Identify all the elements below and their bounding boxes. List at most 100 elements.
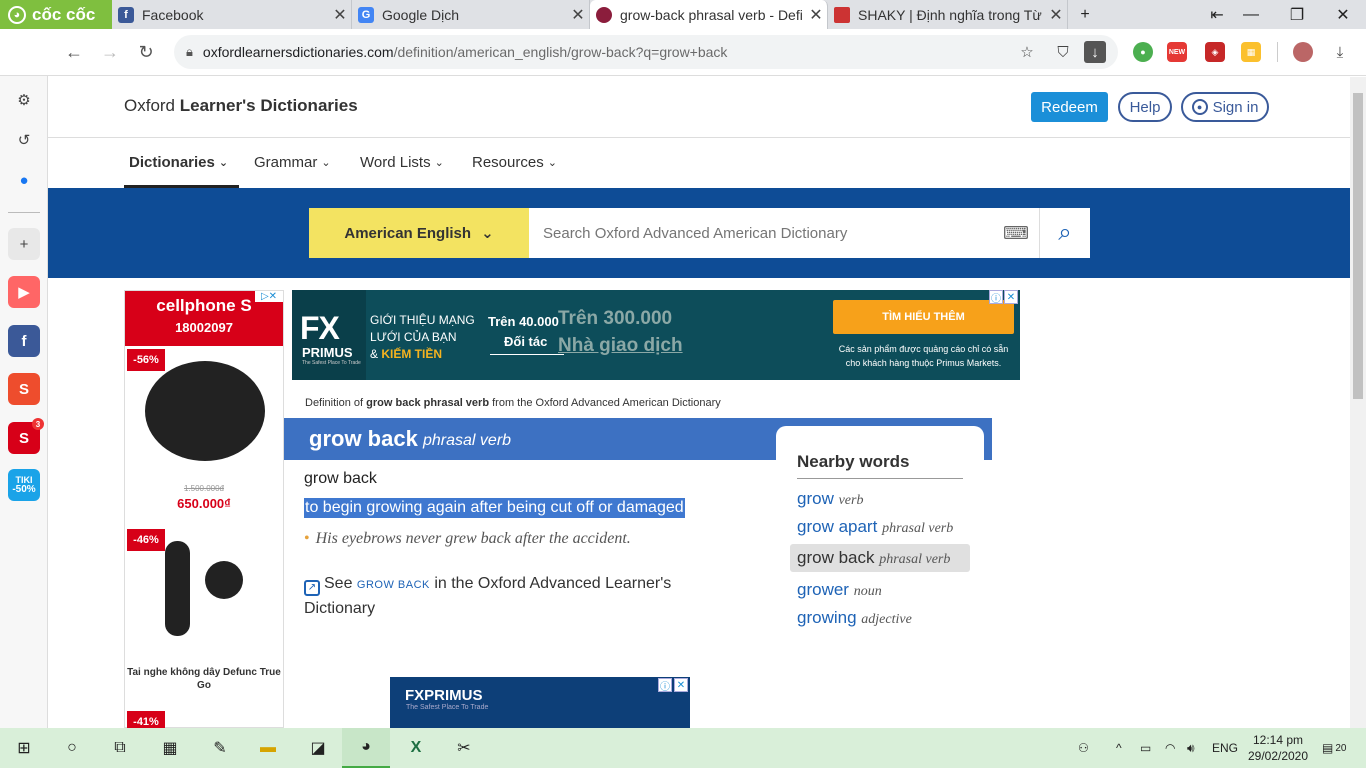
facebook-app-icon[interactable]: f xyxy=(8,325,40,357)
people-icon[interactable]: ⚇ xyxy=(1078,728,1089,768)
history-icon[interactable]: ↺ xyxy=(8,124,40,156)
profile-avatar[interactable] xyxy=(1293,42,1313,62)
tab-oxford-active[interactable]: grow-back phrasal verb - Defi ✕ xyxy=(590,0,828,29)
bookmark-star-icon[interactable]: ☆ xyxy=(1012,35,1042,69)
new-badge: NEW xyxy=(1168,48,1186,56)
discount-badge: -46% xyxy=(127,529,165,551)
new-tab-button[interactable]: + xyxy=(1068,0,1102,29)
tab-cambridge[interactable]: SHAKY | Định nghĩa trong Từ ✕ xyxy=(828,0,1068,29)
source-bold: grow back phrasal verb xyxy=(366,397,490,409)
clock-time: 12:14 pm xyxy=(1252,733,1304,747)
clock-date: 29/02/2020 xyxy=(1247,749,1309,763)
notification-center-icon[interactable]: ▤ 20 xyxy=(1322,728,1346,768)
menu-word-lists[interactable]: Word Lists ⌄ xyxy=(360,154,444,171)
sendo-icon[interactable]: S 3 xyxy=(8,418,44,454)
tab-google-translate[interactable]: G Google Dịch ✕ xyxy=(352,0,590,29)
nearby-words-panel: Nearby words grow verb grow apart phrasa… xyxy=(776,426,984,656)
cambridge-shield-icon xyxy=(834,6,850,23)
menu-grammar[interactable]: Grammar ⌄ xyxy=(254,154,331,171)
page-scrollbar[interactable] xyxy=(1350,77,1366,728)
dictionary-selector[interactable]: American English ⌄ xyxy=(309,208,529,258)
shopee-icon[interactable]: S xyxy=(8,373,40,405)
earbud-left-image xyxy=(165,541,190,636)
coccoc-taskbar-icon[interactable]: ◕ xyxy=(342,728,390,768)
cellphones-ad[interactable]: cellphone S 18002097 ▷✕ -56% 1.500.000đ … xyxy=(124,290,284,728)
coccoc-brand[interactable]: ◕ cốc cốc xyxy=(0,0,112,29)
sale-price: 650.000₫ xyxy=(177,496,231,511)
address-bar[interactable]: 🔒︎ oxfordlearnersdictionaries.com/defini… xyxy=(174,35,1118,69)
search-input[interactable] xyxy=(529,208,1039,258)
ad-choices-icon[interactable]: ▷✕ xyxy=(255,291,283,302)
nearby-item-growing[interactable]: growing adjective xyxy=(797,608,912,628)
downloads-icon[interactable]: ⤓ xyxy=(1325,35,1355,69)
paint-icon[interactable]: ✎ xyxy=(196,728,244,768)
download-box-icon[interactable]: ↓ xyxy=(1084,41,1106,63)
forward-arrow-icon[interactable]: → xyxy=(92,29,128,76)
app-grid-icon[interactable]: ▦ xyxy=(146,728,194,768)
fxprimus-banner-ad[interactable]: FX PRIMUS The Safest Place To Trade GIỚI… xyxy=(292,290,1020,380)
notification-badge: 3 xyxy=(32,418,44,430)
menu-dictionaries[interactable]: Dictionaries ⌄ xyxy=(129,154,228,171)
close-tab-icon[interactable]: ✕ xyxy=(1045,5,1067,25)
input-language[interactable]: ENG xyxy=(1212,728,1238,768)
youtube-icon[interactable]: ▶ xyxy=(8,276,40,308)
windows-start-icon[interactable]: ⊞ xyxy=(0,728,48,768)
see-also-link[interactable]: GROW BACK xyxy=(357,579,430,591)
reload-icon[interactable]: ↻ xyxy=(128,29,164,76)
search-circle-icon[interactable]: ○ xyxy=(48,728,96,768)
extension-red-icon[interactable]: ◈ xyxy=(1205,42,1225,62)
add-app-icon[interactable]: + xyxy=(8,228,40,260)
redeem-button[interactable]: Redeem xyxy=(1031,92,1108,122)
battery-icon[interactable]: ▭ xyxy=(1140,728,1151,768)
extension-color-grid-icon[interactable]: ▦ xyxy=(1241,42,1261,62)
extension-coccoc-icon[interactable]: ● xyxy=(1133,42,1153,62)
ad-info-icon[interactable]: ⓘ xyxy=(658,678,672,693)
tray-chevron-up-icon[interactable]: ^ xyxy=(1116,728,1122,768)
help-button[interactable]: Help xyxy=(1118,92,1172,122)
ad-close-icon[interactable]: ✕ xyxy=(674,678,688,692)
wifi-icon[interactable]: ◠ xyxy=(1165,728,1175,768)
settings-gear-icon[interactable]: ⚙ xyxy=(8,84,40,116)
nearby-item-grow[interactable]: grow verb xyxy=(797,489,863,509)
keyboard-icon[interactable]: ⌨ xyxy=(993,208,1039,258)
system-clock[interactable]: 12:14 pm 29/02/2020 xyxy=(1244,732,1312,764)
nearby-pos: noun xyxy=(853,584,882,599)
maximize-button[interactable]: ❐ xyxy=(1274,0,1320,29)
stat-partners-count: Trên 40.000 xyxy=(488,314,559,329)
menu-resources[interactable]: Resources ⌄ xyxy=(472,154,557,171)
nearby-item-grower[interactable]: grower noun xyxy=(797,580,882,600)
tab-facebook[interactable]: f Facebook ✕ xyxy=(112,0,352,29)
close-tab-icon[interactable]: ✕ xyxy=(805,5,827,25)
file-explorer-icon[interactable]: ▬ xyxy=(244,728,292,768)
tag-highlight: KIẾM TIỀN xyxy=(381,347,443,361)
snipping-tool-icon[interactable]: ✂ xyxy=(440,728,488,768)
sign-in-button[interactable]: ● Sign in xyxy=(1181,92,1269,122)
ad-info-icon[interactable]: ⓘ xyxy=(989,290,1003,305)
windows-taskbar: ⊞ ○ ⧉ ▦ ✎ ▬ ◪ ◕ X ✂ ⚇ ^ ▭ ◠ 🔊︎ ENG 12:14… xyxy=(0,728,1366,768)
tiki-icon[interactable]: TIKI -50% xyxy=(8,469,40,501)
back-arrow-icon[interactable]: ← xyxy=(56,29,92,76)
close-tab-icon[interactable]: ✕ xyxy=(567,5,589,25)
messenger-icon[interactable]: ● xyxy=(8,164,40,196)
search-icon[interactable]: ⌕ xyxy=(1039,208,1090,258)
sidebar-divider xyxy=(8,212,40,213)
close-tab-icon[interactable]: ✕ xyxy=(329,5,351,25)
extension-new-icon[interactable]: NEW xyxy=(1167,42,1187,62)
nearby-item-grow-apart[interactable]: grow apart phrasal verb xyxy=(797,517,953,537)
close-window-button[interactable]: ✕ xyxy=(1320,0,1366,29)
redeem-label: Redeem xyxy=(1041,98,1098,116)
minimize-button[interactable]: — xyxy=(1228,0,1274,29)
earbud-right-image xyxy=(205,561,243,599)
shield-icon[interactable]: ⛉ xyxy=(1048,35,1078,69)
fxprimus-bottom-ad[interactable]: FXPRIMUS The Safest Place To Trade ⓘ ✕ xyxy=(390,677,690,728)
learn-more-button[interactable]: TÌM HIỂU THÊM xyxy=(833,300,1014,334)
excel-icon[interactable]: X xyxy=(392,728,440,768)
browser-toolbar: ← → ↻ 🔒︎ oxfordlearnersdictionaries.com /… xyxy=(0,29,1366,76)
nearby-item-grow-back-current[interactable]: grow back phrasal verb xyxy=(790,544,970,572)
ad-close-icon[interactable]: ✕ xyxy=(1004,290,1018,304)
volume-icon[interactable]: 🔊︎ xyxy=(1187,728,1195,768)
scrollbar-thumb[interactable] xyxy=(1353,93,1363,399)
site-title[interactable]: Oxford Learner's Dictionaries xyxy=(124,96,358,116)
sticky-notes-icon[interactable]: ◪ xyxy=(294,728,342,768)
task-view-icon[interactable]: ⧉ xyxy=(96,728,144,768)
